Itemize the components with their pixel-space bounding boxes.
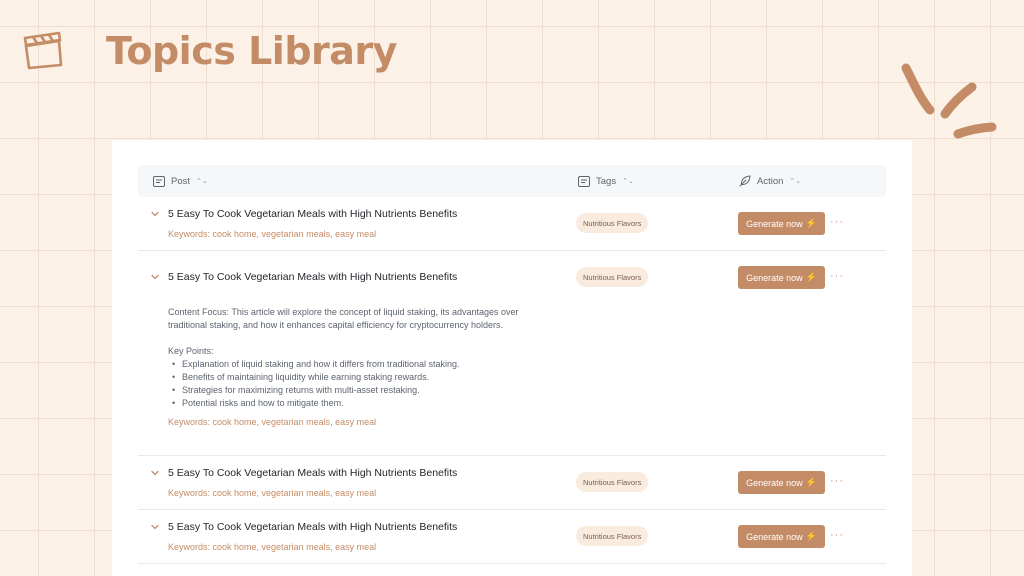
chevron-down-icon[interactable] [150, 469, 160, 477]
sparkle-decoration [901, 63, 997, 139]
post-details: Content Focus: This article will explore… [168, 306, 558, 410]
column-label-tags: Tags [596, 175, 617, 187]
column-header-tags[interactable]: Tags ⌃⌄ [578, 165, 634, 197]
generate-now-button[interactable]: Generate now ⚡ [738, 525, 825, 548]
lightning-icon: ⚡ [805, 272, 817, 282]
generate-now-button[interactable]: Generate now ⚡ [738, 471, 825, 494]
page-title: Topics Library [106, 29, 397, 73]
page-header: Topics Library [22, 28, 397, 74]
tag-badge[interactable]: Nutritious Flavors [576, 267, 649, 287]
sort-icon[interactable]: ⌃⌄ [789, 178, 801, 185]
table-row-expanded: 5 Easy To Cook Vegetarian Meals with Hig… [138, 251, 886, 456]
table-header: Post ⌃⌄ Tags ⌃⌄ Action ⌃⌄ [138, 165, 886, 197]
table-row: 5 Easy To Cook Vegetarian Meals with Hig… [138, 510, 886, 564]
chevron-down-icon[interactable] [150, 273, 160, 281]
post-title[interactable]: 5 Easy To Cook Vegetarian Meals with Hig… [168, 208, 457, 220]
key-point: Potential risks and how to mitigate them… [168, 397, 558, 410]
column-header-action[interactable]: Action ⌃⌄ [739, 165, 801, 197]
generate-now-label: Generate now [746, 477, 803, 488]
key-points-list: Explanation of liquid staking and how it… [168, 358, 558, 410]
post-icon [153, 175, 165, 187]
generate-now-label: Generate now [746, 218, 803, 229]
post-keywords: Keywords: cook home, vegetarian meals, e… [168, 229, 377, 239]
tag-badge[interactable]: Nutritious Flavors [576, 213, 649, 233]
more-options-icon[interactable]: ··· [830, 530, 844, 541]
clapperboard-icon [23, 31, 63, 70]
generate-now-label: Generate now [746, 531, 803, 542]
chevron-down-icon[interactable] [150, 523, 160, 531]
content-focus: Content Focus: This article will explore… [168, 307, 519, 330]
tag-badge[interactable]: Nutritious Flavors [576, 472, 649, 492]
more-options-icon[interactable]: ··· [830, 476, 844, 487]
sort-icon[interactable]: ⌃⌄ [622, 178, 634, 185]
lightning-icon: ⚡ [805, 218, 817, 228]
table-row: 5 Easy To Cook Vegetarian Meals with Hig… [138, 456, 886, 510]
key-point: Benefits of maintaining liquidity while … [168, 371, 558, 384]
more-options-icon[interactable]: ··· [830, 271, 844, 282]
table-row: 5 Easy To Cook Vegetarian Meals with Hig… [138, 197, 886, 251]
tag-badge[interactable]: Nutritious Flavors [576, 526, 649, 546]
key-point: Strategies for maximizing returns with m… [168, 384, 558, 397]
post-title[interactable]: 5 Easy To Cook Vegetarian Meals with Hig… [168, 271, 457, 283]
post-keywords: Keywords: cook home, vegetarian meals, e… [168, 488, 377, 498]
generate-now-label: Generate now [746, 272, 803, 283]
generate-now-button[interactable]: Generate now ⚡ [738, 212, 825, 235]
key-point: Explanation of liquid staking and how it… [168, 358, 558, 371]
post-title[interactable]: 5 Easy To Cook Vegetarian Meals with Hig… [168, 521, 457, 533]
generate-now-button[interactable]: Generate now ⚡ [738, 266, 825, 289]
lightning-icon: ⚡ [805, 531, 817, 541]
feather-icon [739, 175, 751, 187]
tag-list-icon [578, 175, 590, 187]
key-points-label: Key Points: [168, 346, 214, 356]
post-title[interactable]: 5 Easy To Cook Vegetarian Meals with Hig… [168, 467, 457, 479]
sort-icon[interactable]: ⌃⌄ [196, 178, 208, 185]
column-header-post[interactable]: Post ⌃⌄ [153, 165, 208, 197]
more-options-icon[interactable]: ··· [830, 217, 844, 228]
column-label-post: Post [171, 175, 191, 187]
lightning-icon: ⚡ [805, 477, 817, 487]
topics-card: Post ⌃⌄ Tags ⌃⌄ Action ⌃⌄ 5 Easy To Cook… [112, 140, 912, 576]
post-keywords: Keywords: cook home, vegetarian meals, e… [168, 542, 377, 552]
chevron-down-icon[interactable] [150, 210, 160, 218]
column-label-action: Action [757, 175, 784, 187]
post-keywords: Keywords: cook home, vegetarian meals, e… [168, 417, 377, 427]
